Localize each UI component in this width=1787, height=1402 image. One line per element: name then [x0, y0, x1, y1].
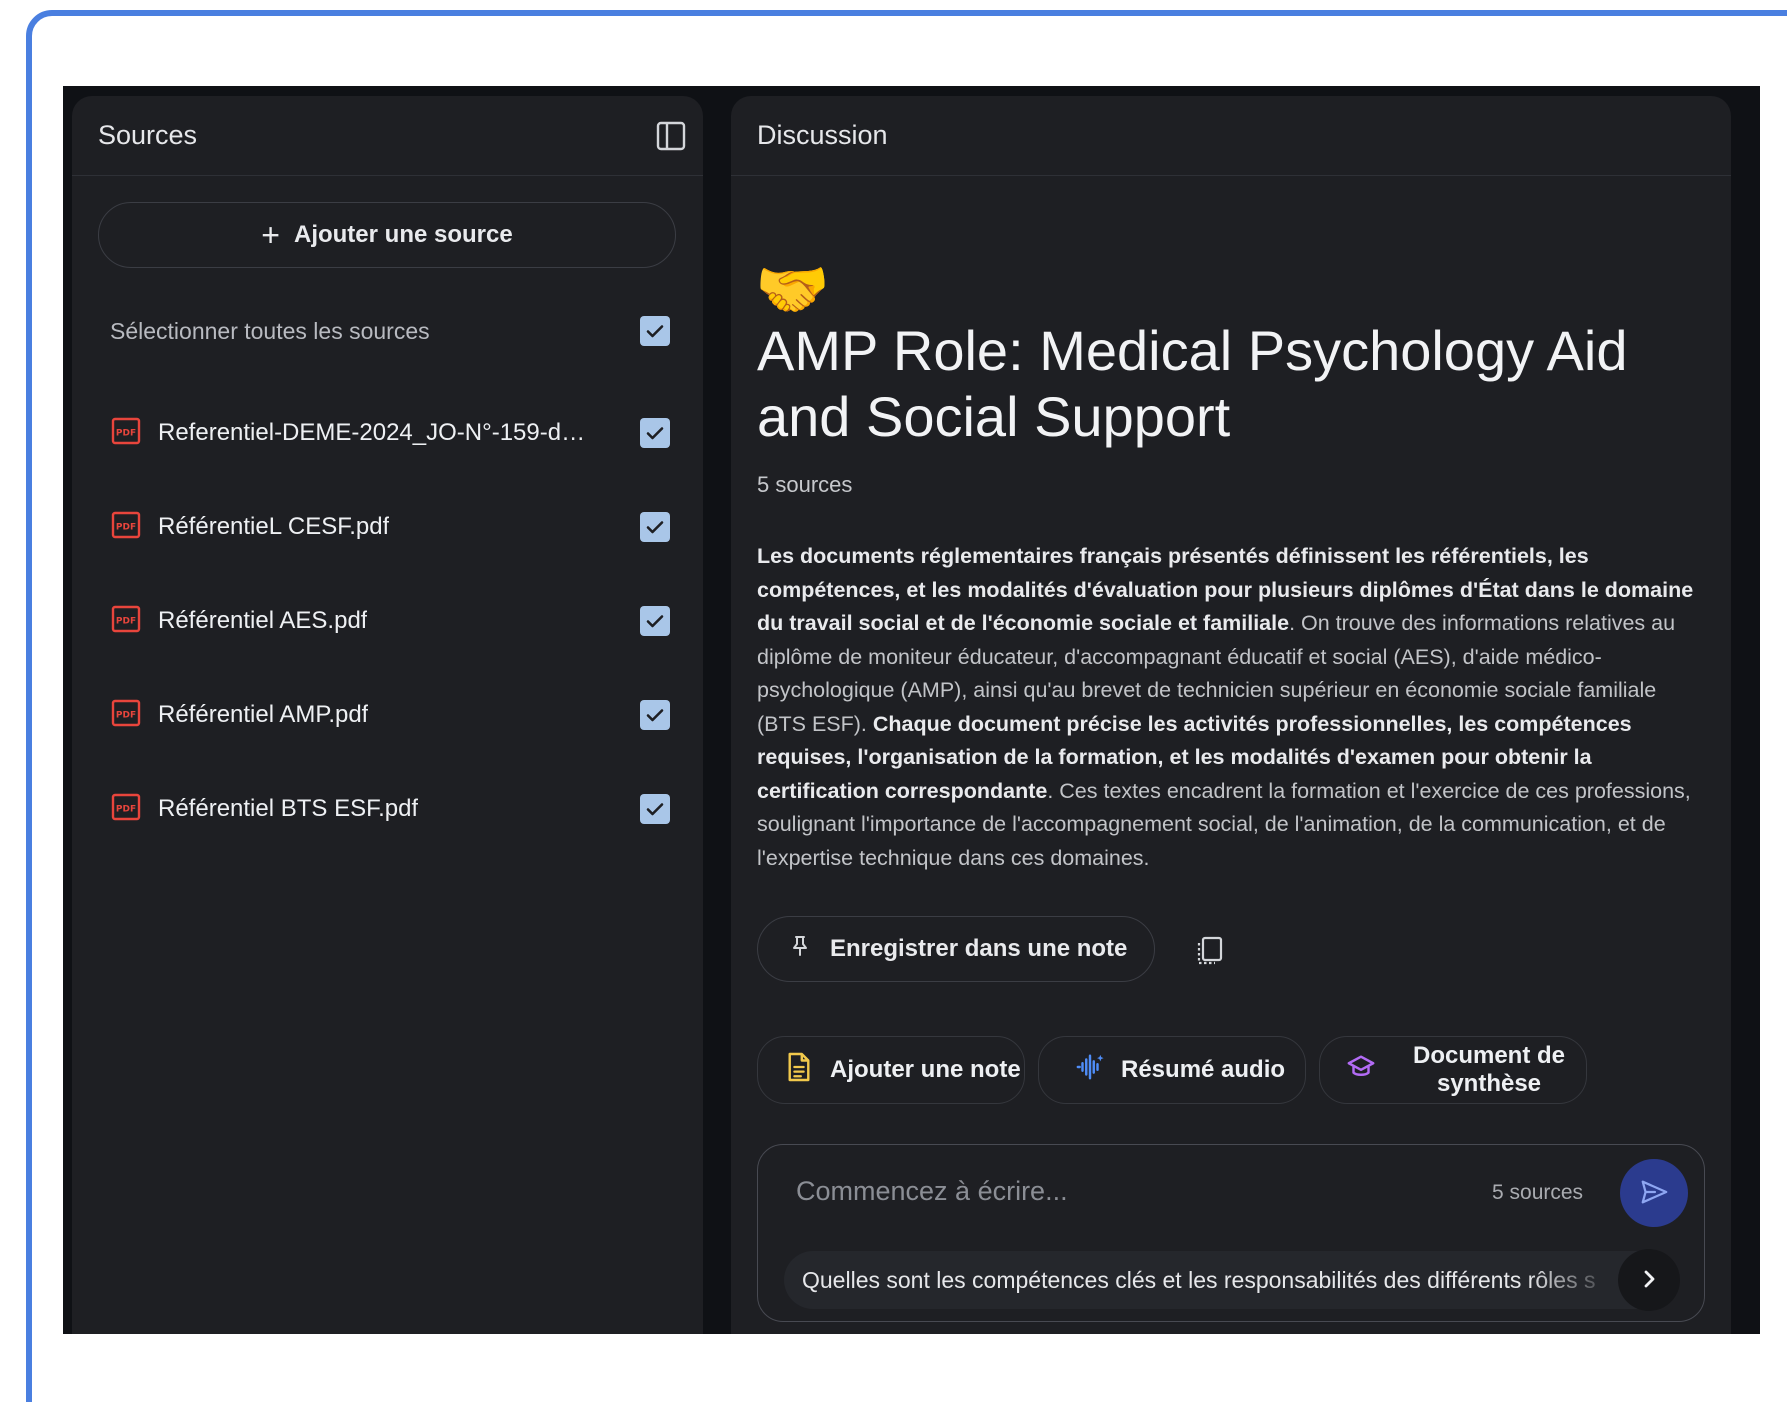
- source-item[interactable]: PDF Référentiel BTS ESF.pdf: [110, 762, 670, 856]
- source-checkbox[interactable]: [640, 794, 670, 824]
- source-checkbox[interactable]: [640, 606, 670, 636]
- composer-source-count: 5 sources: [1492, 1181, 1584, 1204]
- graduation-cap-icon: [1346, 1052, 1376, 1089]
- suggested-question-text: Quelles sont les compétences clés et les…: [802, 1266, 1596, 1293]
- notebook-summary: Les documents réglementaires français pr…: [757, 540, 1707, 875]
- briefing-doc-label: Document de synthèse: [1412, 1042, 1565, 1097]
- source-list: PDF Referentiel-DEME-2024_JO-N°-159-du-.…: [110, 386, 670, 856]
- source-item[interactable]: PDF Referentiel-DEME-2024_JO-N°-159-du-.…: [110, 386, 670, 480]
- pin-icon: [788, 934, 812, 965]
- svg-text:PDF: PDF: [116, 522, 136, 532]
- source-checkbox[interactable]: [640, 418, 670, 448]
- pdf-file-icon: PDF: [110, 791, 142, 828]
- source-checkbox[interactable]: [640, 700, 670, 730]
- source-item[interactable]: PDF RéférentieL CESF.pdf: [110, 480, 670, 574]
- source-name: Référentiel AES.pdf: [158, 607, 368, 634]
- sources-header: Sources: [72, 96, 703, 176]
- pdf-file-icon: PDF: [110, 603, 142, 640]
- source-name: Référentiel BTS ESF.pdf: [158, 795, 419, 822]
- next-suggestion-button[interactable]: [1618, 1249, 1680, 1311]
- discussion-title: Discussion: [757, 120, 888, 150]
- svg-text:PDF: PDF: [116, 710, 136, 720]
- app-window: Sources + Ajouter une source Sélectionne…: [63, 86, 1760, 1334]
- sidebar-toggle-icon[interactable]: [655, 120, 687, 152]
- copy-icon[interactable]: [1193, 934, 1227, 968]
- source-name: Referentiel-DEME-2024_JO-N°-159-du-...: [158, 419, 598, 446]
- discussion-panel: Discussion 🤝 AMP Role: Medical Psycholog…: [731, 96, 1731, 1334]
- add-source-label: Ajouter une source: [293, 221, 513, 248]
- source-name: Référentiel AMP.pdf: [158, 701, 369, 728]
- chat-input[interactable]: [796, 1171, 1436, 1211]
- svg-text:PDF: PDF: [116, 804, 136, 814]
- pdf-file-icon: PDF: [110, 509, 142, 546]
- pdf-file-icon: PDF: [110, 697, 142, 734]
- audio-summary-button[interactable]: Résumé audio: [1038, 1036, 1306, 1104]
- pdf-file-icon: PDF: [110, 415, 142, 452]
- suggested-question-chip[interactable]: Quelles sont les compétences clés et les…: [784, 1251, 1678, 1309]
- source-count: 5 sources: [757, 472, 853, 497]
- select-all-label: Sélectionner toutes les sources: [110, 317, 430, 344]
- discussion-header: Discussion: [731, 96, 1731, 176]
- chevron-right-icon: [1637, 1267, 1661, 1294]
- sources-title: Sources: [98, 120, 198, 150]
- audio-waveform-icon: [1075, 1052, 1105, 1089]
- note-document-icon: [786, 1052, 812, 1089]
- select-all-row: Sélectionner toutes les sources: [110, 306, 670, 356]
- handshake-emoji: 🤝: [755, 256, 830, 323]
- notebook-title: AMP Role: Medical Psychology Aid and Soc…: [757, 319, 1628, 448]
- add-source-button[interactable]: + Ajouter une source: [98, 202, 676, 268]
- source-item[interactable]: PDF Référentiel AES.pdf: [110, 574, 670, 668]
- select-all-checkbox[interactable]: [640, 316, 670, 346]
- add-note-button[interactable]: Ajouter une note: [757, 1036, 1025, 1104]
- source-checkbox[interactable]: [640, 512, 670, 542]
- svg-text:PDF: PDF: [116, 428, 136, 438]
- chat-composer: 5 sources Quelles sont les compétences c…: [757, 1144, 1705, 1322]
- send-icon: [1639, 1177, 1669, 1210]
- add-note-label: Ajouter une note: [830, 1056, 1021, 1083]
- send-button[interactable]: [1620, 1159, 1688, 1227]
- save-to-note-button[interactable]: Enregistrer dans une note: [757, 916, 1155, 982]
- save-to-note-label: Enregistrer dans une note: [830, 935, 1128, 962]
- audio-summary-label: Résumé audio: [1121, 1056, 1286, 1083]
- svg-text:PDF: PDF: [116, 616, 136, 626]
- briefing-doc-button[interactable]: Document de synthèse: [1319, 1036, 1587, 1104]
- source-name: RéférentieL CESF.pdf: [158, 513, 390, 540]
- plus-icon: +: [261, 217, 280, 253]
- sources-panel: Sources + Ajouter une source Sélectionne…: [72, 96, 703, 1334]
- source-item[interactable]: PDF Référentiel AMP.pdf: [110, 668, 670, 762]
